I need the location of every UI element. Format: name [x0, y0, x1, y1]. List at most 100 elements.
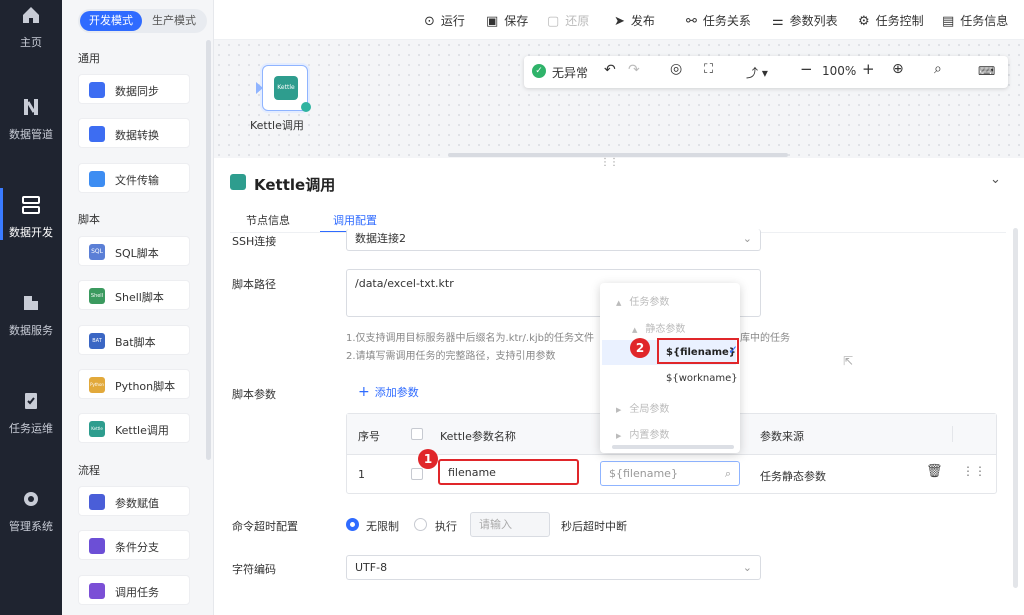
- panel-scrollbar[interactable]: [1013, 228, 1018, 588]
- timeout-input[interactable]: 请输入: [470, 512, 550, 537]
- add-param-button[interactable]: + 添加参数: [358, 384, 419, 400]
- tool-file-transfer[interactable]: 文件传输: [78, 163, 190, 193]
- tool-label: SQL脚本: [115, 247, 159, 260]
- output-port[interactable]: [301, 102, 311, 112]
- resize-handle[interactable]: ⋮⋮: [600, 157, 619, 168]
- run-button[interactable]: ⊙ 运行: [424, 12, 465, 29]
- tool-label: Shell脚本: [115, 291, 164, 304]
- tool-kettle[interactable]: Kettle Kettle调用: [78, 413, 190, 443]
- zoom-out-icon[interactable]: −: [800, 60, 813, 78]
- dd-global-params[interactable]: ▶ 全局参数: [616, 400, 669, 415]
- col-name: Kettle参数名称: [440, 430, 516, 443]
- mode-dev-button[interactable]: 开发模式: [80, 11, 142, 31]
- caret-right-icon: ▶: [616, 432, 622, 440]
- ssh-select[interactable]: 数据连接2 ⌄: [346, 229, 761, 251]
- params-label: 参数列表: [789, 14, 838, 28]
- timeout-placeholder: 请输入: [479, 518, 512, 531]
- status-label: 无异常: [552, 66, 589, 80]
- tool-sql[interactable]: SQL SQL脚本: [78, 236, 190, 266]
- charset-select[interactable]: UTF-8 ⌄: [346, 555, 761, 580]
- row-checkbox[interactable]: [411, 468, 423, 480]
- trash-icon[interactable]: 🗑: [926, 464, 943, 479]
- keyboard-icon[interactable]: ⌨: [978, 64, 995, 78]
- kettle-node[interactable]: Kettle: [256, 65, 311, 112]
- nav-admin[interactable]: 管理系统: [0, 488, 62, 534]
- plus-icon: +: [358, 384, 370, 400]
- dd-static-params-label: 静态参数: [645, 324, 686, 335]
- bat-icon: BAT: [89, 333, 105, 349]
- tool-label: 数据转换: [115, 129, 159, 142]
- radio-unlimited-label: 无限制: [366, 520, 399, 533]
- python-icon: Python: [89, 377, 105, 393]
- row-seq: 1: [358, 468, 365, 481]
- locate-icon[interactable]: ⊕: [892, 61, 904, 77]
- control-button[interactable]: ⚙ 任务控制: [858, 12, 924, 29]
- ssh-value: 数据连接2: [355, 232, 406, 245]
- dd-scrollbar[interactable]: [612, 445, 734, 449]
- node-label: Kettle调用: [250, 119, 304, 132]
- params-button[interactable]: ⚌ 参数列表: [772, 12, 838, 29]
- param-name-input[interactable]: filename: [438, 459, 579, 485]
- tool-shell[interactable]: Shell Shell脚本: [78, 280, 190, 310]
- nav-ops[interactable]: 任务运维: [0, 390, 62, 436]
- dd-task-params[interactable]: ▲ 任务参数: [616, 293, 669, 308]
- radio-exec[interactable]: [414, 518, 427, 531]
- tool-branch[interactable]: 条件分支: [78, 530, 190, 560]
- tool-bat[interactable]: BAT Bat脚本: [78, 325, 190, 355]
- redo-icon[interactable]: ↷: [628, 62, 640, 78]
- data-sync-icon: [89, 82, 105, 98]
- param-value-select[interactable]: ${filename} ⌕: [600, 461, 740, 486]
- nav-pipeline[interactable]: 数据管道: [0, 96, 62, 142]
- info-button[interactable]: ▤ 任务信息: [942, 12, 1008, 29]
- nav-dev[interactable]: 数据开发: [0, 188, 62, 240]
- connector-icon[interactable]: ⤴ ▾: [746, 64, 768, 81]
- restore-button[interactable]: ▢ 还原: [547, 12, 589, 29]
- relations-button[interactable]: ⚯ 任务关系: [686, 12, 751, 29]
- layout-icon[interactable]: ◎: [670, 61, 682, 77]
- drag-handle-icon[interactable]: ⋮⋮: [962, 464, 986, 478]
- add-param-label: 添加参数: [374, 386, 419, 399]
- hint-line-1: 1.仅支持调用目标服务器中后缀名为.ktr/.kjb的任务文件: [346, 333, 595, 344]
- tool-data-transform[interactable]: 数据转换: [78, 118, 190, 148]
- undo-icon[interactable]: ↶: [604, 62, 616, 78]
- sliders-icon: ⚌: [772, 14, 784, 29]
- tool-python[interactable]: Python Python脚本: [78, 369, 190, 399]
- select-all-checkbox[interactable]: [411, 428, 423, 440]
- save-button[interactable]: ▣ 保存: [486, 12, 528, 29]
- toolbar: ⊙ 运行 ▣ 保存 ▢ 还原 ➤ 发布 ⚯ 任务关系 ⚌ 参数列表 ⚙ 任务控制 ▤ 任务信息: [214, 0, 1024, 40]
- tool-param-assign[interactable]: 参数赋值: [78, 486, 190, 516]
- param-dropdown: ▲ 任务参数 ▲ 静态参数 ${filename} ✓ ${workname} ▶ 全…: [600, 283, 740, 453]
- ssh-label: SSH连接: [232, 235, 277, 248]
- main-nav: 主页 数据管道 数据开发 数据服务 任务运维 管理系统: [0, 0, 62, 615]
- zoom-in-icon[interactable]: +: [862, 60, 875, 78]
- data-transform-icon: [89, 126, 105, 142]
- tool-call-task[interactable]: 调用任务: [78, 575, 190, 605]
- input-port[interactable]: [256, 82, 263, 94]
- search-icon[interactable]: ⌕: [934, 61, 942, 77]
- tab-call-config[interactable]: 调用配置: [333, 212, 377, 228]
- publish-button[interactable]: ➤ 发布: [614, 12, 655, 29]
- info-label: 任务信息: [960, 14, 1009, 28]
- tab-node-info[interactable]: 节点信息: [246, 212, 290, 228]
- gear-icon: [24, 492, 38, 506]
- dd-static-params[interactable]: ▲ 静态参数: [632, 320, 685, 335]
- param-assign-icon: [89, 494, 105, 510]
- timeout-label: 命令超时配置: [232, 520, 298, 533]
- mode-prod-button[interactable]: 生产模式: [144, 11, 204, 31]
- radio-unlimited[interactable]: [346, 518, 359, 531]
- palette-scrollbar[interactable]: [206, 40, 211, 460]
- fit-icon[interactable]: ⛶: [704, 62, 713, 77]
- send-icon: ➤: [614, 14, 625, 29]
- control-icon: ⚙: [858, 14, 870, 29]
- tool-label: 数据同步: [115, 85, 159, 98]
- ops-icon: [25, 393, 37, 409]
- canvas-scrollbar[interactable]: [448, 153, 788, 157]
- dd-option-workname[interactable]: ${workname}: [666, 373, 738, 384]
- mode-switch: 开发模式 生产模式: [78, 9, 207, 33]
- collapse-icon[interactable]: ⌄: [990, 172, 1001, 187]
- nav-service[interactable]: 数据服务: [0, 292, 62, 338]
- kettle-icon: Kettle: [89, 421, 105, 437]
- nav-home[interactable]: 主页: [0, 4, 62, 50]
- tool-data-sync[interactable]: 数据同步: [78, 74, 190, 104]
- dd-builtin-params[interactable]: ▶ 内置参数: [616, 426, 669, 441]
